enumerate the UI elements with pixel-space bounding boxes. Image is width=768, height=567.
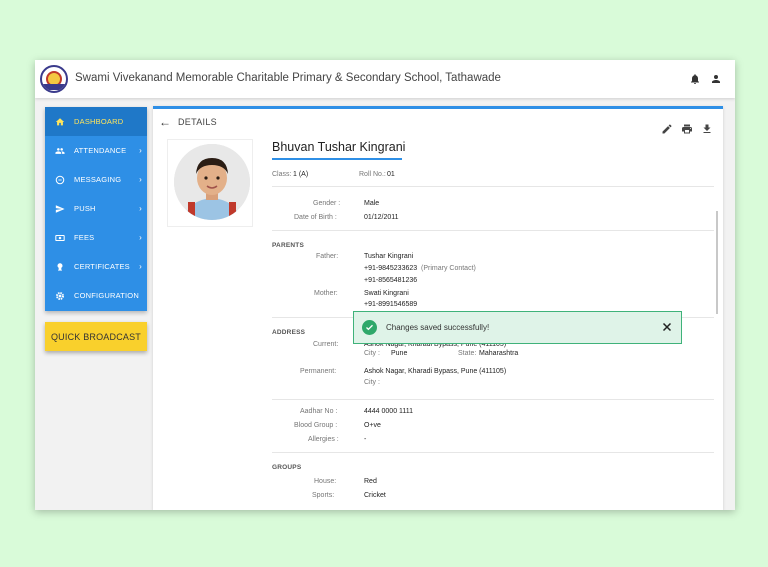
name-underline bbox=[272, 158, 402, 160]
sidebar-item-certificates[interactable]: CERTIFICATES › bbox=[45, 252, 147, 281]
sidebar-item-messaging[interactable]: MESSAGING › bbox=[45, 165, 147, 194]
blood-group-label: Blood Group : bbox=[294, 422, 338, 429]
top-bar: Swami Vivekanand Memorable Charitable Pr… bbox=[35, 60, 735, 98]
father-phone-primary: +91-9845233623 bbox=[364, 265, 418, 272]
sidebar-item-fees[interactable]: FEES › bbox=[45, 223, 147, 252]
scrollbar[interactable] bbox=[716, 211, 718, 314]
message-icon bbox=[55, 175, 65, 185]
sidebar-item-attendance[interactable]: ATTENDANCE › bbox=[45, 136, 147, 165]
class-value: 1 (A) bbox=[293, 171, 309, 178]
gender-value: Male bbox=[364, 200, 380, 207]
user-icon[interactable] bbox=[710, 73, 722, 85]
blood-group-value: O+ve bbox=[364, 422, 381, 429]
sidebar-item-push[interactable]: PUSH › bbox=[45, 194, 147, 223]
chevron-right-icon: › bbox=[139, 262, 142, 271]
student-photo bbox=[174, 144, 250, 220]
quick-broadcast-button[interactable]: QUICK BROADCAST bbox=[45, 322, 147, 351]
edit-icon[interactable] bbox=[661, 123, 673, 135]
sidebar-item-label: CONFIGURATION bbox=[74, 291, 139, 300]
bell-icon[interactable] bbox=[689, 73, 701, 85]
allergies-value: - bbox=[364, 436, 367, 443]
city-value: Pune bbox=[391, 350, 408, 357]
roll-value: 01 bbox=[387, 171, 395, 178]
allergies-label: Allergies : bbox=[308, 436, 339, 443]
father-label: Father: bbox=[316, 253, 339, 260]
house-label: House: bbox=[314, 478, 337, 485]
address-heading: ADDRESS bbox=[272, 329, 306, 336]
father-phone-secondary: +91-8565481236 bbox=[364, 277, 418, 284]
aadhar-value: 4444 0000 1111 bbox=[364, 408, 414, 415]
sports-label: Sports: bbox=[312, 492, 335, 499]
dob-value: 01/12/2011 bbox=[364, 214, 399, 221]
class-label: Class: bbox=[272, 171, 292, 178]
certificate-icon bbox=[55, 262, 65, 272]
divider bbox=[272, 399, 714, 400]
chevron-right-icon: › bbox=[139, 233, 142, 242]
back-arrow-icon[interactable]: ← bbox=[159, 115, 171, 129]
chevron-right-icon: › bbox=[139, 146, 142, 155]
groups-heading: GROUPS bbox=[272, 464, 302, 471]
aadhar-label: Aadhar No : bbox=[300, 408, 338, 415]
sidebar-item-label: MESSAGING bbox=[74, 175, 122, 184]
state-value: Maharashtra bbox=[479, 350, 519, 357]
sidebar-item-label: CERTIFICATES bbox=[74, 262, 130, 271]
download-icon[interactable] bbox=[701, 123, 713, 135]
sidebar-item-label: DASHBOARD bbox=[74, 117, 124, 126]
permanent-address-label: Permanent: bbox=[300, 368, 337, 375]
school-logo bbox=[40, 65, 68, 93]
people-icon bbox=[55, 146, 65, 156]
success-toast: Changes saved successfully! bbox=[353, 311, 682, 344]
gear-icon bbox=[55, 291, 65, 301]
sports-value: Cricket bbox=[364, 492, 386, 499]
state-label: State: bbox=[458, 350, 477, 357]
sidebar-item-label: ATTENDANCE bbox=[74, 146, 127, 155]
current-address-label: Current: bbox=[313, 341, 339, 348]
app-window: Swami Vivekanand Memorable Charitable Pr… bbox=[35, 60, 735, 510]
sidebar-item-label: PUSH bbox=[74, 204, 96, 213]
print-icon[interactable] bbox=[681, 123, 693, 135]
mother-name: Swati Kingrani bbox=[364, 290, 409, 297]
close-icon[interactable] bbox=[661, 321, 673, 333]
sidebar: DASHBOARD ATTENDANCE › MESSAGING › PUSH … bbox=[45, 107, 147, 311]
permanent-address-value: Ashok Nagar, Kharadi Bypass, Pune (41110… bbox=[364, 368, 507, 375]
details-panel: ← DETAILS Bhuvan Tushar Kingrani Class: … bbox=[153, 106, 723, 510]
city-label: City : bbox=[364, 350, 380, 357]
house-value: Red bbox=[364, 478, 377, 485]
check-circle-icon bbox=[362, 320, 377, 335]
sidebar-item-dashboard[interactable]: DASHBOARD bbox=[45, 107, 147, 136]
gender-label: Gender : bbox=[313, 200, 341, 207]
dob-label: Date of Birth : bbox=[294, 214, 337, 221]
father-name: Tushar Kingrani bbox=[364, 253, 414, 260]
permanent-city-label: City : bbox=[364, 379, 380, 386]
divider bbox=[272, 186, 714, 187]
page-title: DETAILS bbox=[178, 117, 217, 127]
mother-phone: +91-8991546589 bbox=[364, 301, 418, 308]
divider bbox=[272, 230, 714, 231]
primary-contact-note: (Primary Contact) bbox=[421, 265, 476, 272]
mother-label: Mother: bbox=[314, 290, 338, 297]
parents-heading: PARENTS bbox=[272, 242, 304, 249]
sidebar-item-configuration[interactable]: CONFIGURATION bbox=[45, 281, 147, 310]
send-icon bbox=[55, 204, 65, 214]
home-icon bbox=[55, 117, 65, 127]
chevron-right-icon: › bbox=[139, 204, 142, 213]
roll-label: Roll No.: bbox=[359, 171, 386, 178]
divider bbox=[272, 452, 714, 453]
toast-message: Changes saved successfully! bbox=[386, 323, 490, 332]
chevron-right-icon: › bbox=[139, 175, 142, 184]
student-photo-card bbox=[167, 139, 253, 227]
money-icon bbox=[55, 233, 65, 243]
student-name: Bhuvan Tushar Kingrani bbox=[272, 140, 406, 154]
sidebar-item-label: FEES bbox=[74, 233, 95, 242]
school-name: Swami Vivekanand Memorable Charitable Pr… bbox=[75, 72, 501, 84]
